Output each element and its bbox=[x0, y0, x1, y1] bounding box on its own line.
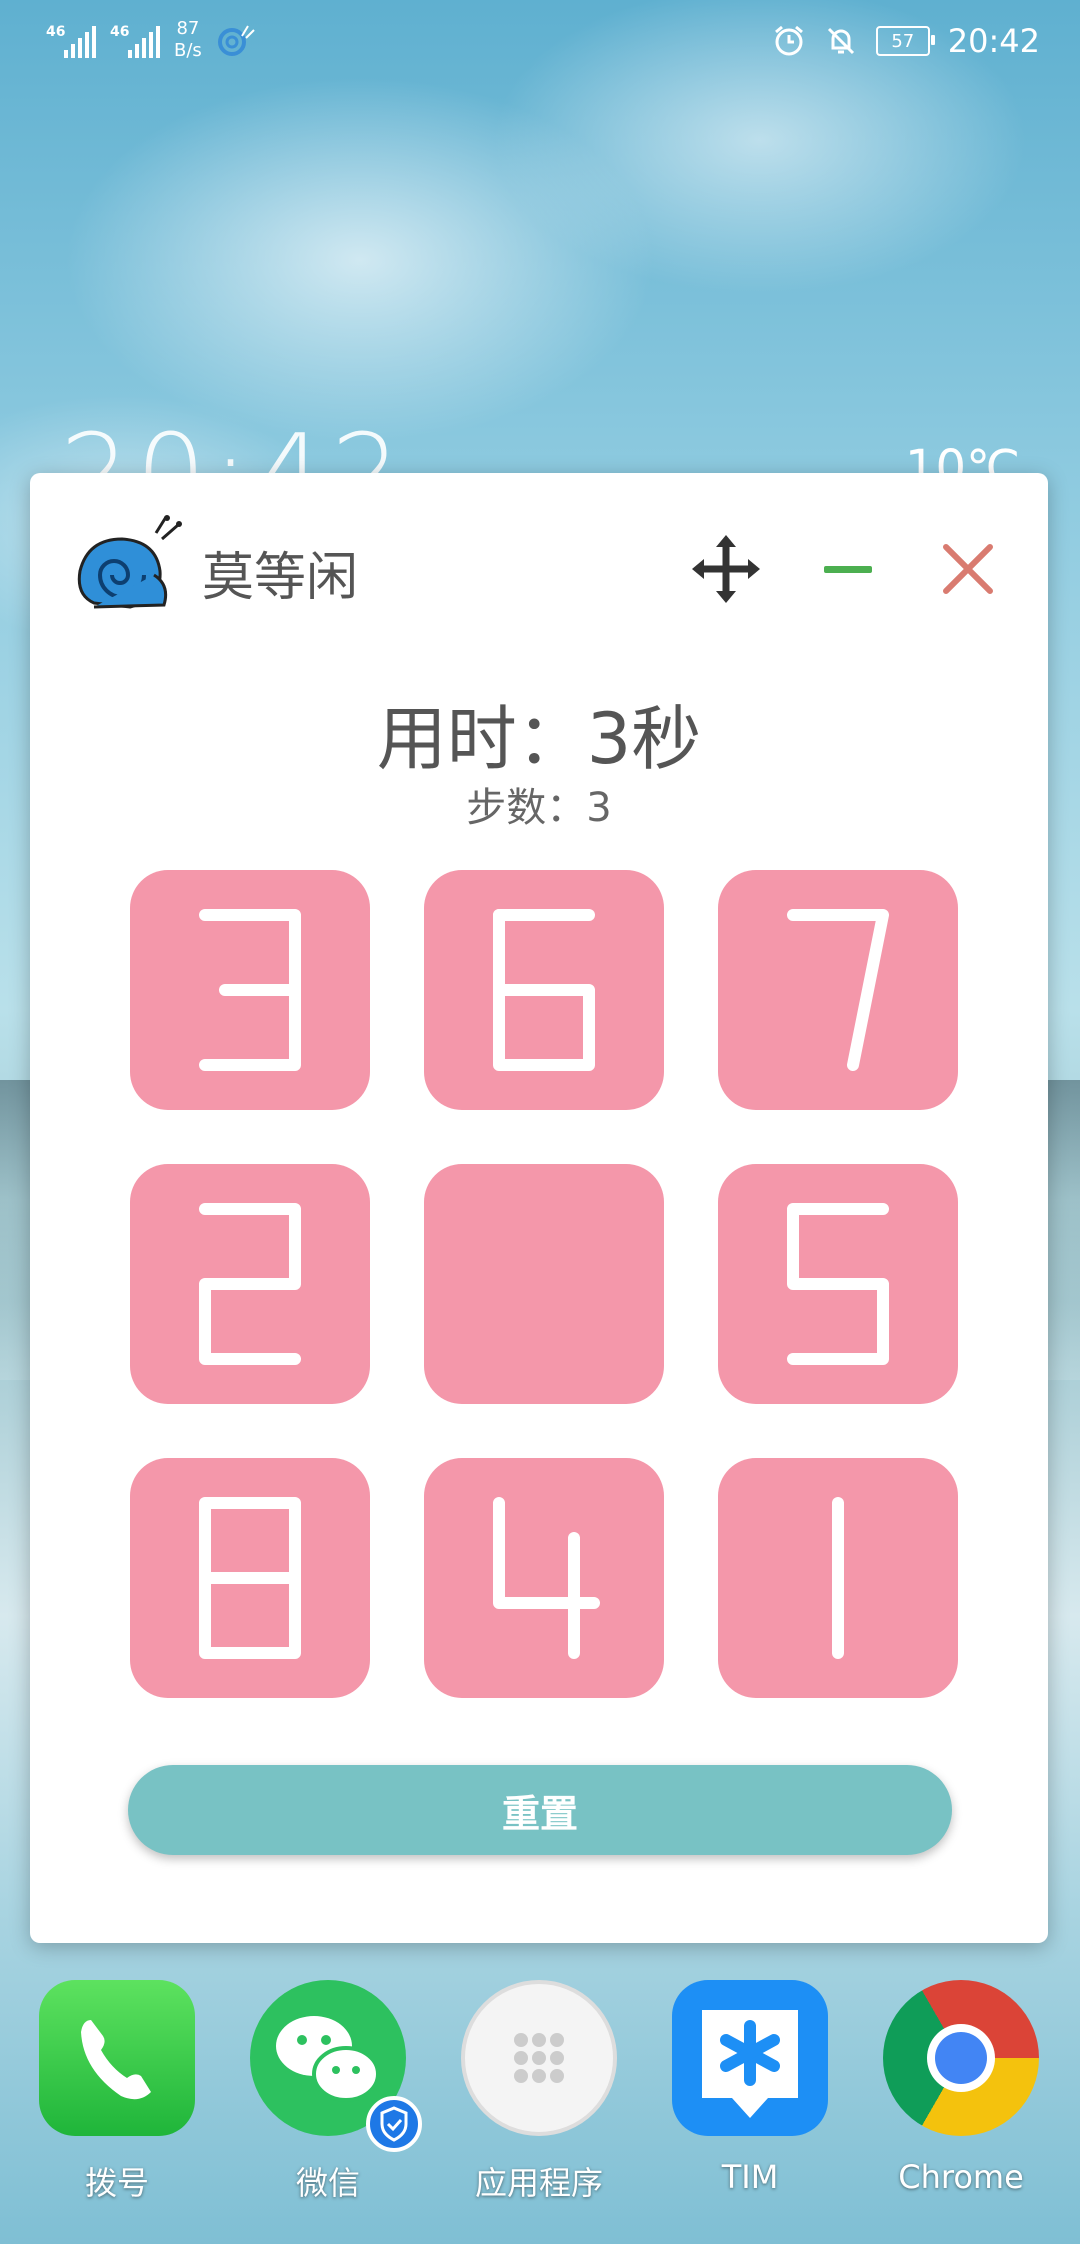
step-count: 步数：3 bbox=[466, 785, 612, 831]
dock-item-tim[interactable]: TIM bbox=[645, 1980, 855, 2196]
puzzle-grid bbox=[130, 870, 958, 1698]
alarm-icon bbox=[774, 25, 803, 56]
mute-bell-icon bbox=[827, 27, 854, 55]
app-drawer-icon bbox=[461, 1980, 617, 2136]
verified-badge-icon bbox=[366, 2096, 422, 2152]
puzzle-tile[interactable] bbox=[130, 870, 370, 1110]
tile-digit bbox=[832, 1497, 844, 1659]
tile-digit bbox=[199, 909, 301, 1071]
network-speed: 87 B/s bbox=[174, 18, 202, 61]
floating-window: 莫等闲 用时：3秒 步数：3 重置 bbox=[30, 473, 1048, 1943]
reset-button[interactable]: 重置 bbox=[128, 1765, 952, 1855]
wechat-icon bbox=[250, 1980, 422, 2152]
tile-digit bbox=[199, 1203, 301, 1365]
minimize-button[interactable] bbox=[814, 533, 886, 605]
tim-icon bbox=[672, 1980, 828, 2136]
signal-icon: 46 bbox=[46, 22, 96, 58]
dock-item-wechat[interactable]: 微信 bbox=[223, 1980, 433, 2204]
dock-item-chrome[interactable]: Chrome bbox=[856, 1980, 1066, 2196]
window-title: 莫等闲 bbox=[202, 548, 359, 608]
elapsed-time: 用时：3秒 bbox=[376, 698, 702, 780]
puzzle-tile[interactable] bbox=[718, 1164, 958, 1404]
dock-item-phone[interactable]: 拨号 bbox=[12, 1980, 222, 2204]
signal-icon-2: 46 bbox=[110, 22, 160, 58]
close-icon[interactable] bbox=[932, 533, 1004, 605]
tile-digit bbox=[199, 1497, 301, 1659]
tile-digit bbox=[787, 1203, 889, 1365]
puzzle-tile[interactable] bbox=[718, 870, 958, 1110]
puzzle-tile[interactable] bbox=[130, 1458, 370, 1698]
status-time: 20:42 bbox=[947, 22, 1040, 60]
dock-item-apps[interactable]: 应用程序 bbox=[434, 1980, 644, 2204]
status-bar: 46 46 87 B/s 57 20:42 bbox=[0, 0, 1080, 84]
puzzle-tile[interactable] bbox=[130, 1164, 370, 1404]
puzzle-tile[interactable] bbox=[424, 870, 664, 1110]
puzzle-tile[interactable] bbox=[718, 1458, 958, 1698]
snail-notification-icon bbox=[217, 25, 255, 56]
tile-digit bbox=[787, 909, 889, 1071]
puzzle-tile[interactable] bbox=[424, 1458, 664, 1698]
puzzle-tile-empty[interactable] bbox=[424, 1164, 664, 1404]
battery-icon: 57 bbox=[875, 26, 935, 56]
move-icon[interactable] bbox=[690, 533, 762, 605]
chrome-icon bbox=[883, 1980, 1039, 2136]
snail-logo-icon bbox=[77, 515, 182, 609]
tile-digit bbox=[493, 909, 595, 1071]
phone-icon bbox=[39, 1980, 195, 2136]
window-titlebar: 莫等闲 bbox=[30, 473, 1048, 663]
dock: 拨号 微信 应用程序 TIM Chrome bbox=[0, 1980, 1080, 2244]
tile-digit bbox=[493, 1497, 600, 1659]
